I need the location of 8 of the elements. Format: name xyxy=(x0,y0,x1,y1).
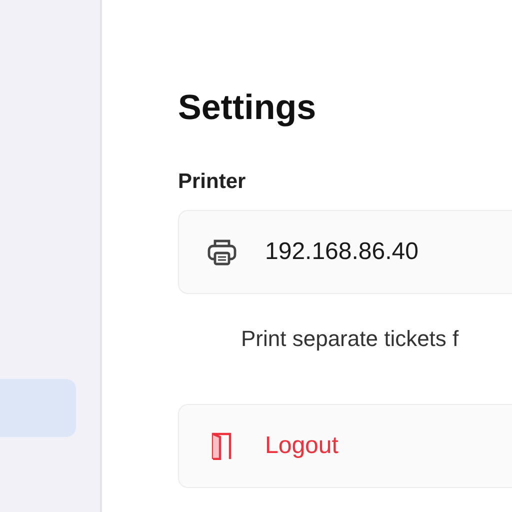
section-label: Printer xyxy=(178,170,247,194)
printer-address: 192.168.86.40 xyxy=(265,238,418,266)
printer-icon xyxy=(207,238,237,266)
printer-field[interactable]: 192.168.86.40 xyxy=(178,210,512,294)
door-icon xyxy=(211,432,233,460)
print-option-text: Print separate tickets f xyxy=(241,326,460,352)
page-title: Settings xyxy=(178,87,318,129)
logout-button[interactable]: Logout xyxy=(178,404,512,488)
